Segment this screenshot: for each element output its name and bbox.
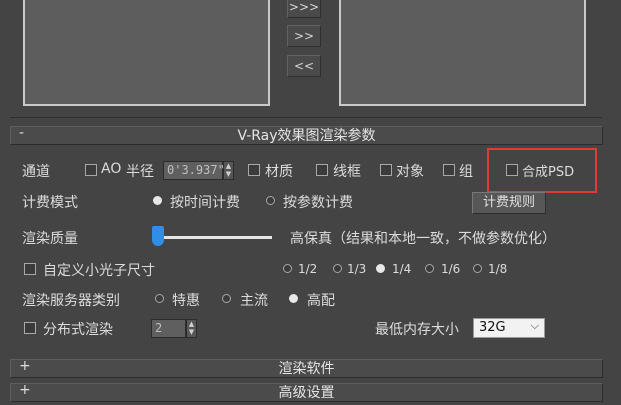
server-high-radio[interactable]: [289, 294, 298, 303]
quality-slider-track[interactable]: [159, 236, 272, 239]
wireframe-label: 线框: [333, 164, 361, 180]
add-button[interactable]: >>: [287, 25, 321, 47]
available-list[interactable]: [23, 0, 270, 106]
billing-by-param-radio[interactable]: [266, 196, 275, 205]
radius-field[interactable]: 0'3.937": [163, 161, 225, 180]
photon-radio-1-6[interactable]: [425, 264, 434, 273]
distributed-count-field[interactable]: 2: [151, 319, 186, 338]
composite-psd-label: 合成PSD: [522, 165, 575, 180]
divider: [10, 117, 602, 118]
billing-by-time-radio[interactable]: [153, 196, 162, 205]
group-label: 组: [459, 164, 473, 180]
material-checkbox[interactable]: [248, 164, 260, 176]
ao-checkbox[interactable]: [85, 164, 97, 176]
photon-label-1-4: 1/4: [392, 262, 412, 276]
server-discount-label: 特惠: [172, 293, 200, 309]
photon-radio-1-2[interactable]: [283, 264, 292, 273]
quality-description: 高保真（结果和本地一致，不做参数优化）: [290, 231, 556, 247]
photon-label-1-6: 1/6: [441, 262, 461, 276]
custom-photon-label: 自定义小光子尺寸: [43, 263, 155, 279]
server-mainstream-label: 主流: [240, 293, 268, 309]
quality-slider-thumb[interactable]: [152, 226, 164, 246]
quality-label: 渲染质量: [22, 231, 78, 247]
billing-by-param-label: 按参数计费: [283, 195, 353, 211]
min-memory-select[interactable]: 32G ⌵: [473, 318, 545, 338]
photon-radio-1-3[interactable]: [333, 264, 342, 273]
distributed-checkbox[interactable]: [24, 322, 36, 334]
selected-list[interactable]: [339, 0, 586, 106]
distributed-count-spinner[interactable]: ▲ ▼: [186, 319, 197, 338]
server-discount-radio[interactable]: [155, 294, 164, 303]
server-high-label: 高配: [307, 293, 335, 309]
min-memory-label: 最低内存大小: [375, 322, 459, 338]
advanced-settings-title: 高级设置: [278, 385, 335, 401]
wireframe-checkbox[interactable]: [316, 164, 328, 176]
add-all-button[interactable]: >>>: [287, 0, 321, 18]
main-rollout-header[interactable]: - V-Ray效果图渲染参数: [10, 125, 603, 145]
photon-label-1-8: 1/8: [488, 262, 508, 276]
billing-label: 计费模式: [22, 195, 78, 211]
min-memory-value: 32G: [479, 320, 506, 335]
radius-label: 半径: [126, 164, 154, 180]
material-label: 材质: [265, 164, 293, 180]
object-checkbox[interactable]: [380, 164, 392, 176]
remove-button[interactable]: <<: [287, 55, 321, 77]
chevron-down-icon: ⌵: [530, 319, 539, 332]
billing-rules-button[interactable]: 计费规则: [472, 192, 546, 214]
server-type-label: 渲染服务器类别: [22, 293, 120, 309]
render-software-rollout[interactable]: + 渲染软件: [10, 358, 603, 378]
photon-label-1-3: 1/3: [347, 262, 367, 276]
photon-radio-1-4[interactable]: [376, 264, 385, 273]
object-label: 对象: [396, 164, 424, 180]
ao-label: AO: [101, 161, 122, 177]
radius-spinner[interactable]: ▲ ▼: [223, 161, 234, 180]
server-mainstream-radio[interactable]: [222, 294, 231, 303]
billing-by-time-label: 按时间计费: [170, 195, 240, 211]
custom-photon-checkbox[interactable]: [24, 263, 36, 275]
render-software-title: 渲染软件: [278, 361, 335, 377]
composite-psd-checkbox[interactable]: [506, 164, 518, 176]
main-rollout-title: V-Ray效果图渲染参数: [237, 128, 376, 144]
channels-label: 通道: [22, 164, 50, 180]
photon-label-1-2: 1/2: [298, 262, 318, 276]
advanced-settings-rollout[interactable]: + 高级设置: [10, 382, 603, 402]
group-checkbox[interactable]: [443, 164, 455, 176]
photon-radio-1-8[interactable]: [473, 264, 482, 273]
distributed-label: 分布式渲染: [43, 322, 113, 338]
